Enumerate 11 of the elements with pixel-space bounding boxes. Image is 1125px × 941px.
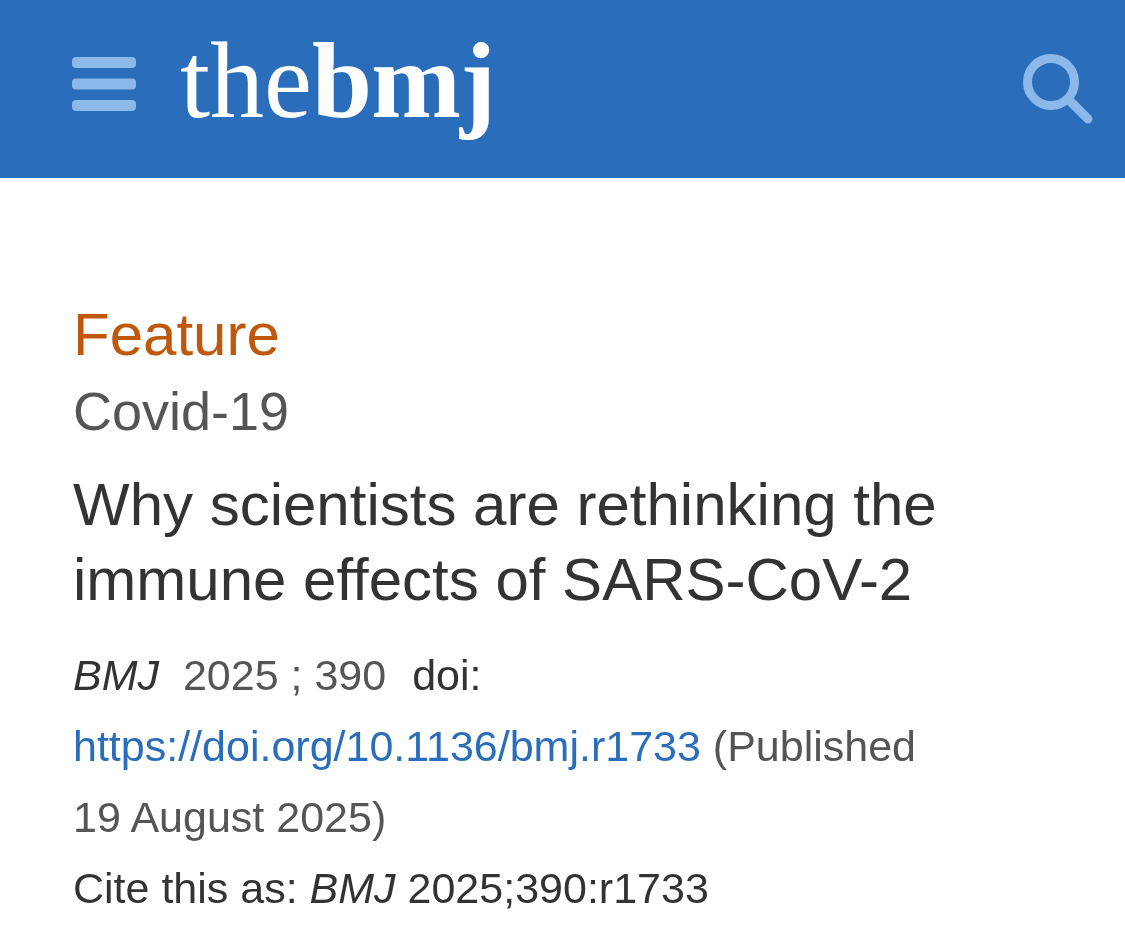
citation-text: Cite this as: BMJ 2025;390:r1733 (73, 863, 709, 914)
doi-link[interactable]: https://doi.org/10.1136/bmj.r1733 (73, 722, 701, 770)
citation-line: BMJ 2025 ; 390 doi: https://doi.org/10.1136/bmj.r1733 (Published 19 August 2025) (73, 650, 918, 843)
search-button[interactable] (1023, 53, 1094, 125)
article-topic: Covid-19 (73, 380, 290, 443)
site-logo[interactable]: thebmj (180, 10, 495, 152)
search-icon (1023, 53, 1094, 125)
article-type: Feature (73, 300, 280, 370)
menu-button[interactable] (72, 57, 136, 111)
article-title: Why scientists are rethinking the immune effects of SARS-CoV-2 (73, 470, 938, 615)
menu-icon (72, 57, 136, 111)
